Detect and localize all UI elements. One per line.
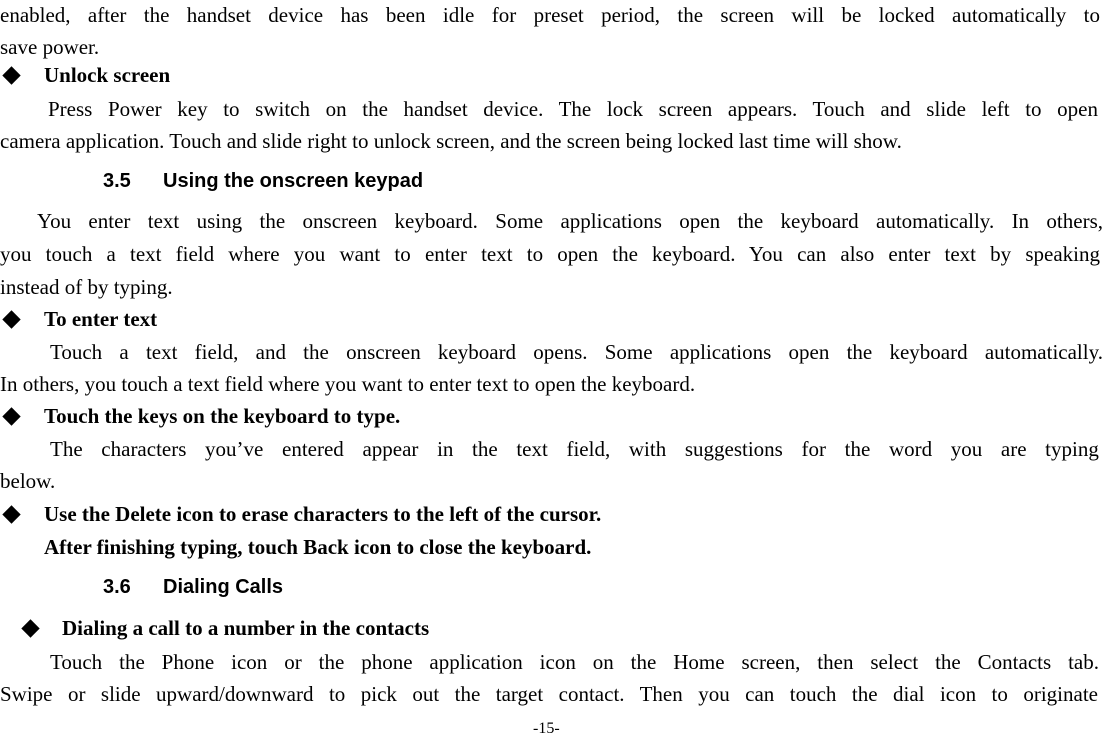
word: typing (1045, 437, 1099, 461)
section-heading-3-6: 3.6 Dialing Calls (103, 575, 283, 599)
paragraph-line: In others, you touch a text field where … (0, 372, 696, 396)
section-number: 3.6 (103, 576, 131, 598)
word: characters (101, 437, 187, 461)
word: the (844, 437, 871, 461)
section-number: 3.5 (103, 170, 131, 192)
paragraph-line: save power. (0, 35, 100, 59)
word: The (50, 437, 83, 461)
diamond-bullet-icon (2, 66, 21, 85)
bullet-continuation: After finishing typing, touch Back icon … (44, 535, 592, 559)
section-title: Dialing Calls (163, 576, 284, 598)
diamond-bullet-icon (2, 407, 21, 426)
paragraph-line: instead of by typing. (0, 275, 173, 299)
bullet-title: To enter text (44, 307, 158, 331)
section-heading-3-5: 3.5 Using the onscreen keypad (103, 169, 423, 193)
paragraph-line: You enter text using the onscreen keyboa… (37, 209, 1103, 233)
word: are (1000, 437, 1027, 461)
bullet-title: Unlock screen (44, 63, 171, 87)
bullet-title: Dialing a call to a number in the contac… (62, 616, 430, 640)
paragraph-line: camera application. Touch and slide righ… (0, 129, 902, 153)
diamond-bullet-icon (2, 310, 21, 329)
paragraph-line: Swipe or slide upward/downward to pick o… (0, 682, 1098, 706)
word: entered (282, 437, 344, 461)
word: word (888, 437, 933, 461)
diamond-bullet-icon (21, 619, 40, 638)
word: the (472, 437, 498, 461)
section-title: Using the onscreen keypad (163, 170, 424, 192)
paragraph-line: The characters you’ve entered appear in the tex… (50, 437, 1099, 461)
page-number: -15- (533, 720, 560, 737)
word: text (516, 437, 548, 461)
paragraph-line: Touch a text field, and the onscreen key… (50, 340, 1103, 364)
word: suggestions (684, 437, 783, 461)
bullet-title: Touch the keys on the keyboard to type. (44, 404, 401, 428)
paragraph-line: Touch the Phone icon or the phone applic… (50, 650, 1099, 674)
diamond-bullet-icon (2, 505, 21, 524)
paragraph-line: Press Power key to switch on the handset… (48, 97, 1098, 121)
word: you’ve (205, 437, 264, 461)
paragraph-line: enabled, after the handset device has be… (0, 3, 1100, 27)
bullet-title: Use the Delete icon to erase characters … (44, 502, 602, 526)
paragraph-line: below. (0, 469, 56, 493)
word: appear (362, 437, 419, 461)
word: you (950, 437, 983, 461)
word: for (801, 437, 827, 461)
word: with (628, 437, 667, 461)
word: field, (566, 437, 611, 461)
paragraph-line: you touch a text field where you want to… (0, 242, 1100, 266)
word: in (437, 437, 454, 461)
